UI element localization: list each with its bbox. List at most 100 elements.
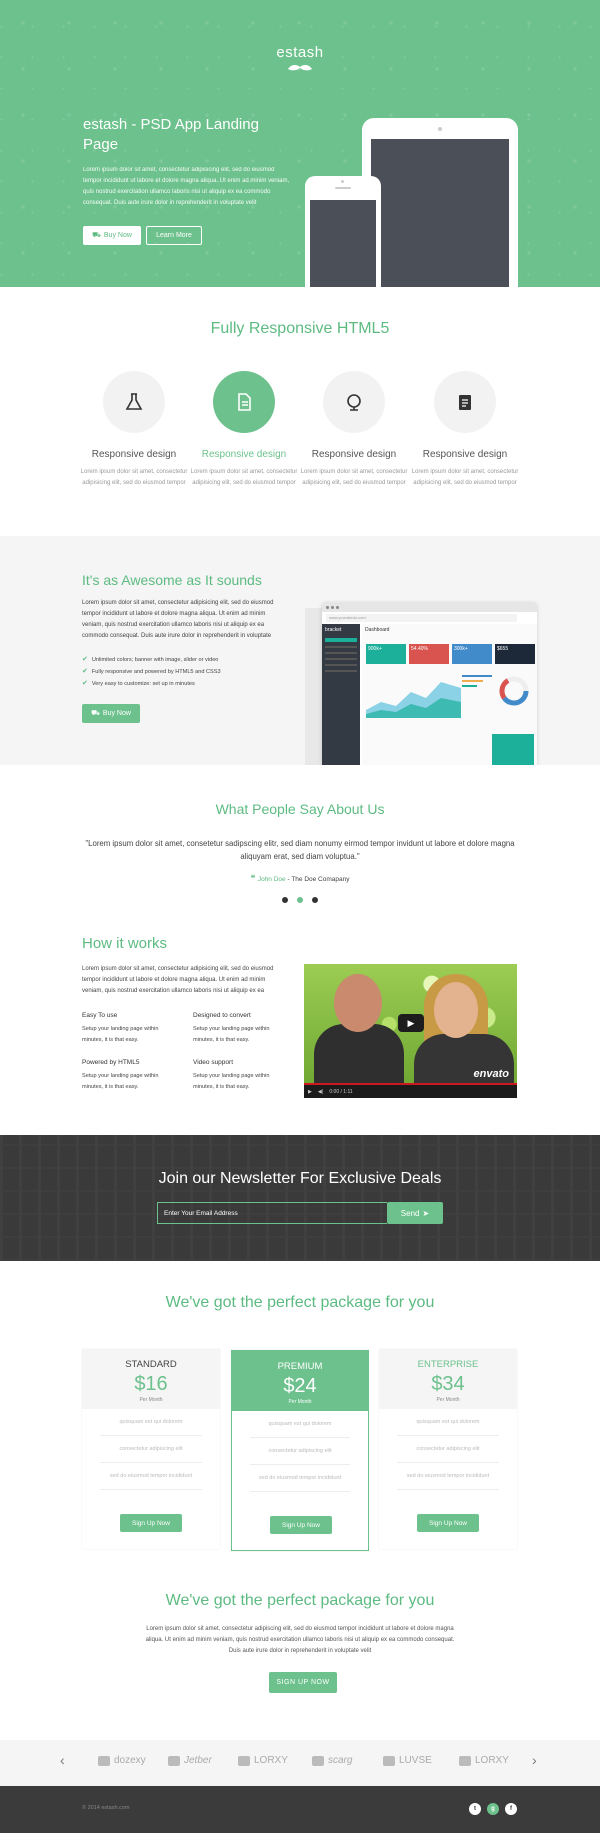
plan-price: $24 xyxy=(283,1375,317,1397)
pricing-card-standard: STANDARD $16 Per Month quisquam est qui … xyxy=(82,1349,220,1549)
check-icon: ✔ xyxy=(82,680,88,687)
partner-logo: LORXY xyxy=(238,1755,288,1766)
sign-up-now-button[interactable]: SIGN UP NOW xyxy=(269,1672,337,1693)
feature-card: Responsive design Lorem ipsum dolor sit … xyxy=(299,371,409,489)
browser-url: www.yoursitedo.com xyxy=(326,614,517,622)
list-item-label: Fully responsive and powered by HTML5 an… xyxy=(91,669,221,675)
how-item-title: Designed to convert xyxy=(193,1012,251,1019)
next-arrow-icon[interactable]: › xyxy=(532,1752,537,1768)
footer: © 2014 estash.com t g f xyxy=(0,1786,600,1833)
cta-text: Lorem ipsum dolor sit amet, consectetur … xyxy=(145,1626,455,1654)
learn-more-button[interactable]: Learn More xyxy=(146,226,202,245)
feature-title: Responsive design xyxy=(422,449,508,460)
check-icon: ✔ xyxy=(82,668,88,675)
phone-camera xyxy=(341,180,344,183)
video-player[interactable]: ▶ envato ▶ ◀) 0:00 / 1:11 xyxy=(304,964,517,1098)
how-title: How it works xyxy=(82,935,168,952)
carousel-dot[interactable] xyxy=(312,897,318,903)
awesome-title: It's as Awesome as It sounds xyxy=(82,572,262,588)
email-field[interactable]: Enter Your Email Address xyxy=(157,1202,387,1224)
carousel-dot[interactable] xyxy=(282,897,288,903)
video-person-head xyxy=(334,974,382,1032)
newsletter-title: Join our Newsletter For Exclusive Deals xyxy=(158,1170,442,1187)
browser-bar xyxy=(322,602,537,612)
document-icon[interactable] xyxy=(213,371,275,433)
hero-title: estash - PSD App Landing Page xyxy=(83,116,259,153)
plan-period: Per Month xyxy=(436,1397,460,1403)
sign-up-button[interactable]: Sign Up Now xyxy=(120,1514,182,1532)
logo-text: estash xyxy=(276,44,324,61)
twitter-icon[interactable]: t xyxy=(469,1803,481,1815)
list-item-label: Unlimited colors; banner with image, sli… xyxy=(91,657,219,663)
volume-icon[interactable]: ◀) xyxy=(318,1089,324,1095)
list-item: ✔ Fully responsive and powered by HTML5 a… xyxy=(82,666,221,678)
buy-label: Buy Now xyxy=(102,710,131,717)
pricing-title: We've got the perfect package for you xyxy=(165,1294,435,1311)
plan-name: STANDARD xyxy=(125,1359,177,1370)
sign-up-button[interactable]: Sign Up Now xyxy=(270,1516,332,1534)
learn-more-label: Learn More xyxy=(156,232,192,239)
logo[interactable]: estash xyxy=(0,44,600,72)
how-item-text: Setup your landing page within minutes, … xyxy=(82,1073,159,1090)
awesome-buy-button[interactable]: ⛟ Buy Now xyxy=(82,704,140,723)
pricing-card-premium: PREMIUM $24 Per Month quisquam est qui d… xyxy=(231,1350,369,1551)
feature-text: Lorem ipsum dolor sit amet, consectetur … xyxy=(80,469,188,486)
plan-feature: sed do eiusmod tempor incididunt xyxy=(100,1463,202,1490)
copyright: © 2014 estash.com xyxy=(82,1805,130,1811)
how-text: Lorem ipsum dolor sit amet, consectetur … xyxy=(82,966,274,994)
feature-text: Lorem ipsum dolor sit amet, consectetur … xyxy=(190,469,298,486)
play-small-icon[interactable]: ▶ xyxy=(308,1089,312,1095)
stat-tile: 54.40% xyxy=(409,644,449,664)
dashboard-screenshot: www.yoursitedo.com bracket Dashboard 900… xyxy=(322,602,537,765)
facebook-icon[interactable]: f xyxy=(505,1803,517,1815)
google-plus-icon[interactable]: g xyxy=(487,1803,499,1815)
donut-chart-graphic xyxy=(499,676,529,706)
play-icon[interactable]: ▶ xyxy=(398,1014,424,1032)
plan-feature: quisquam est qui dolorem xyxy=(250,1411,350,1438)
plan-feature: sed do eiusmod tempor incididunt xyxy=(397,1463,499,1490)
hero-text: Lorem ipsum dolor sit amet, consectetur … xyxy=(83,167,290,206)
partner-logos: ‹ dozexy Jetber LORXY scarg LUVSE LORXY … xyxy=(0,1740,600,1786)
plan-price: $34 xyxy=(431,1373,465,1395)
list-item: ✔ Very easy to customize: set up in minut… xyxy=(82,678,221,690)
pricing-card-enterprise: ENTERPRISE $34 Per Month quisquam est qu… xyxy=(379,1349,517,1549)
phone-screen xyxy=(310,200,376,287)
cart-icon: ⛟ xyxy=(92,232,101,239)
clipboard-icon[interactable] xyxy=(434,371,496,433)
sign-up-button[interactable]: Sign Up Now xyxy=(417,1514,479,1532)
send-label: Send xyxy=(400,1208,420,1218)
cart-icon: ⛟ xyxy=(91,710,100,717)
plan-period: Per Month xyxy=(288,1399,312,1405)
paper-plane-icon: ➤ xyxy=(422,1208,430,1218)
phone-speaker xyxy=(335,187,351,189)
prev-arrow-icon[interactable]: ‹ xyxy=(60,1752,65,1768)
awesome-text: Lorem ipsum dolor sit amet, consectetur … xyxy=(82,600,274,639)
plan-feature: consectetur adipiscing elit xyxy=(397,1436,499,1463)
stat-tile: 300k+ xyxy=(452,644,492,664)
newsletter-background xyxy=(0,1135,600,1261)
plan-feature: consectetur adipiscing elit xyxy=(250,1438,350,1465)
feature-title: Responsive design xyxy=(91,449,177,460)
plan-price: $16 xyxy=(134,1373,168,1395)
partner-logo: scarg xyxy=(312,1755,352,1766)
send-button[interactable]: Send ➤ xyxy=(387,1202,443,1224)
plan-feature: quisquam est qui dolorem xyxy=(397,1409,499,1436)
dashboard-sidebar: bracket xyxy=(322,624,360,765)
dashboard-brand: bracket xyxy=(325,627,342,633)
globe-icon[interactable] xyxy=(323,371,385,433)
flask-icon[interactable] xyxy=(103,371,165,433)
partner-logo: dozexy xyxy=(98,1755,146,1766)
feature-card: Responsive design Lorem ipsum dolor sit … xyxy=(410,371,520,489)
video-person-head xyxy=(434,982,478,1038)
carousel-dot-active[interactable] xyxy=(297,897,303,903)
video-watermark: envato xyxy=(473,1068,509,1080)
how-item-title: Easy To use xyxy=(82,1012,118,1019)
check-icon: ✔ xyxy=(82,656,88,663)
buy-now-button[interactable]: ⛟ Buy Now xyxy=(83,226,141,245)
feature-text: Lorem ipsum dolor sit amet, consectetur … xyxy=(300,469,408,486)
awesome-section: It's as Awesome as It sounds Lorem ipsum… xyxy=(0,536,600,765)
pricing-head: PREMIUM $24 Per Month xyxy=(232,1351,368,1411)
partner-logo: Jetber xyxy=(168,1755,212,1766)
how-item: Video support Setup your landing page wi… xyxy=(193,1059,288,1093)
carousel-dots xyxy=(282,897,318,903)
